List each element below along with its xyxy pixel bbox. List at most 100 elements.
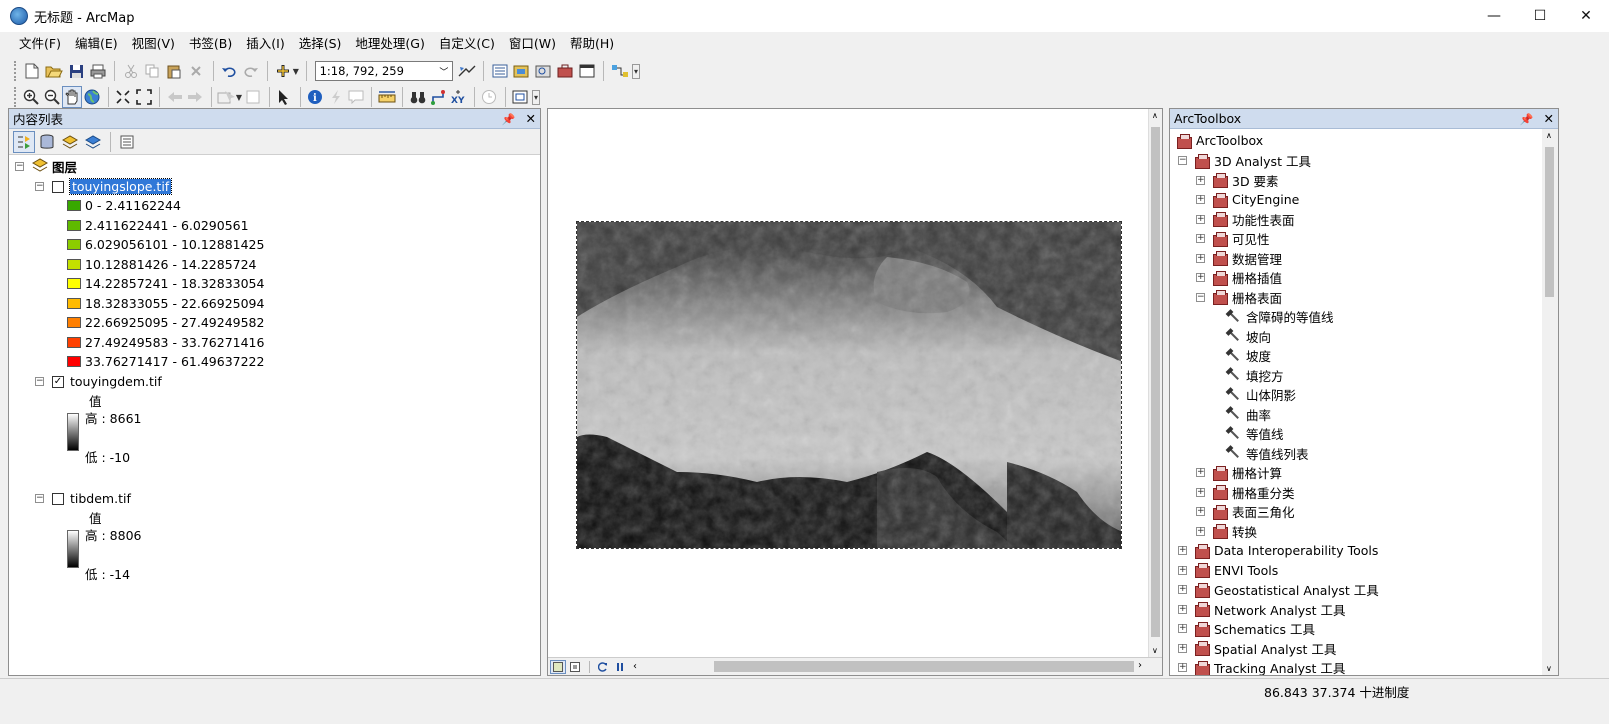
toolbox-item[interactable]: + Network Analyst 工具 [1178,600,1346,619]
paste-icon[interactable] [164,60,185,82]
find-route-icon[interactable] [428,86,447,108]
toolbox-item[interactable]: + Geostatistical Analyst 工具 [1178,580,1379,599]
horizontal-scrollbar-thumb[interactable] [714,661,1134,672]
open-button[interactable] [44,60,65,82]
collapse-icon[interactable]: − [35,182,44,191]
pin-icon[interactable]: 📌 [1520,113,1534,126]
menu-insert[interactable]: 插入(I) [239,33,291,55]
tool-item[interactable]: 山体阴影 [1226,385,1296,404]
list-by-source-icon[interactable] [36,131,58,153]
layers-root[interactable]: − 图层 [15,157,77,176]
toolbox-item[interactable]: + Schematics 工具 [1178,619,1315,638]
map-scale-dropdown[interactable]: 1:18, 792, 259 ﹀ [314,61,454,81]
scroll-down-icon[interactable]: ∨ [1152,646,1158,655]
hyperlink-icon[interactable] [326,86,345,108]
redo-icon[interactable] [240,60,261,82]
data-view-icon[interactable] [550,659,566,674]
dem-raster-image[interactable] [576,221,1122,549]
add-data-button[interactable]: ▼ [273,60,300,82]
menu-view[interactable]: 视图(V) [125,33,182,55]
tool-item[interactable]: 填挖方 [1226,366,1284,385]
expand-icon[interactable]: + [1178,585,1187,594]
toolset-item[interactable]: + 栅格计算 [1196,463,1282,482]
zoom-out-icon[interactable] [42,86,61,108]
pin-icon[interactable]: 📌 [502,113,516,126]
pan-hand-icon[interactable] [62,86,82,108]
map-view[interactable]: ∧ ∨ ‹ › [547,108,1163,676]
toolbar-options-icon[interactable]: ▾ [632,63,641,79]
expand-icon[interactable]: + [1178,565,1187,575]
cut-icon[interactable] [120,60,141,82]
layer-visibility-checkbox[interactable] [52,492,64,505]
table-of-contents-icon[interactable] [489,60,510,82]
fixed-zoom-out-icon[interactable] [134,86,153,108]
toolbar-options-icon[interactable]: ▾ [532,89,541,105]
find-binoculars-icon[interactable] [408,86,427,108]
toolbox-item[interactable]: + Data Interoperability Tools [1178,541,1378,560]
python-window-icon[interactable] [576,60,597,82]
close-button[interactable]: ✕ [1563,0,1609,32]
layer-visibility-checkbox[interactable]: ✓ [52,375,64,388]
layer-row-tibdem[interactable]: − tibdem.tif [35,489,131,508]
measure-ruler-icon[interactable] [377,86,396,108]
toolset-item[interactable]: + 数据管理 [1196,249,1282,268]
editor-toolbar-icon[interactable] [456,60,477,82]
new-document-button[interactable] [22,60,43,82]
clear-selection-icon[interactable] [244,86,263,108]
expand-icon[interactable]: + [1178,643,1187,653]
print-button[interactable] [87,60,108,82]
list-by-visibility-icon[interactable] [59,131,81,153]
toolset-item[interactable]: + CityEngine [1196,190,1299,209]
expand-icon[interactable]: + [1178,604,1187,614]
scroll-up-icon[interactable]: ∧ [1546,131,1552,140]
search-window-icon[interactable] [533,60,554,82]
expand-icon[interactable]: + [1196,195,1205,204]
menu-geoprocessing[interactable]: 地理处理(G) [348,33,431,55]
tool-item[interactable]: 等值线列表 [1226,444,1309,463]
fixed-zoom-in-icon[interactable] [114,86,133,108]
copy-icon[interactable] [142,60,163,82]
scroll-right-icon[interactable]: › [1138,660,1142,671]
expand-icon[interactable]: + [1178,624,1187,633]
toolbox-item[interactable]: + ENVI Tools [1178,561,1278,580]
toolset-item[interactable]: + 转换 [1196,522,1257,541]
layer-row-touyingslope[interactable]: − touyingslope.tif [35,177,173,196]
expand-icon[interactable]: + [1196,468,1205,477]
expand-icon[interactable]: + [1196,175,1205,185]
delete-icon[interactable] [186,60,207,82]
expand-icon[interactable]: + [1178,663,1187,672]
arctoolbox-root[interactable]: ArcToolbox [1176,131,1263,150]
pause-drawing-icon[interactable] [612,660,628,674]
layer-name[interactable]: touyingdem.tif [70,374,162,389]
catalog-window-icon[interactable] [511,60,532,82]
layer-name[interactable]: touyingslope.tif [68,178,173,195]
menu-help[interactable]: 帮助(H) [563,33,621,55]
time-slider-icon[interactable] [480,86,499,108]
list-by-drawing-order-icon[interactable] [13,130,35,153]
go-to-xy-icon[interactable]: XY [449,86,468,108]
collapse-icon[interactable]: − [35,494,44,503]
scrollbar-thumb[interactable] [1151,127,1160,637]
toolset-item[interactable]: + 可见性 [1196,229,1270,248]
maximize-button[interactable]: ☐ [1517,0,1563,32]
map-vertical-scrollbar[interactable]: ∧ ∨ [1148,109,1162,657]
menu-selection[interactable]: 选择(S) [292,33,349,55]
identify-icon[interactable]: i [306,86,325,108]
menu-windows[interactable]: 窗口(W) [502,33,563,55]
tool-item[interactable]: 等值线 [1226,424,1284,443]
toolbox-item[interactable]: + Tracking Analyst 工具 [1178,658,1345,675]
expand-icon[interactable]: + [1196,526,1205,536]
tool-item[interactable]: 曲率 [1226,405,1271,424]
menu-customize[interactable]: 自定义(C) [432,33,502,55]
modelbuilder-icon[interactable] [609,60,630,82]
select-features-icon[interactable]: ▼ [216,86,242,108]
layer-visibility-checkbox[interactable] [52,180,64,193]
arctoolbox-scrollbar[interactable]: ∧ ∨ [1542,129,1558,675]
close-icon[interactable]: ✕ [526,111,536,126]
toolset-item[interactable]: + 功能性表面 [1196,210,1295,229]
toolset-item[interactable]: − 栅格表面 [1196,288,1282,307]
expand-icon[interactable]: + [1196,507,1205,516]
collapse-icon[interactable]: − [35,377,44,386]
scroll-left-icon[interactable]: ‹ [633,661,637,672]
toolset-item[interactable]: + 栅格插值 [1196,268,1282,287]
